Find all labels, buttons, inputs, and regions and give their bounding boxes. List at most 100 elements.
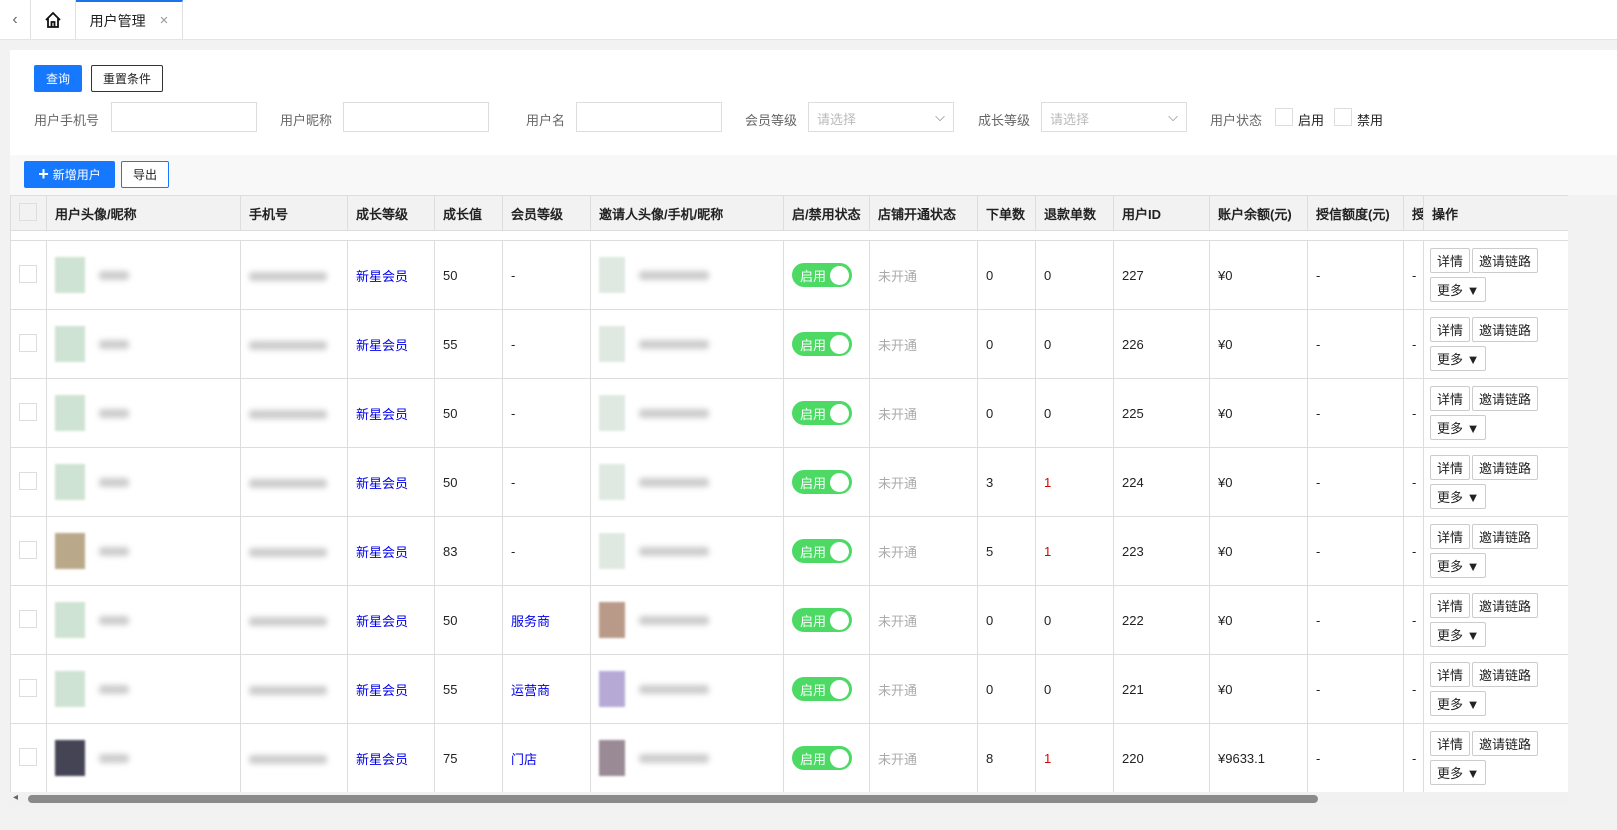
invite-chain-button[interactable]: 邀请链路 (1472, 248, 1539, 273)
invite-chain-button[interactable]: 邀请链路 (1472, 386, 1539, 411)
detail-button[interactable]: 详情 (1430, 731, 1471, 756)
invite-chain-button[interactable]: 邀请链路 (1472, 662, 1539, 687)
search-button[interactable]: 查询 (34, 65, 82, 92)
growth-level-link[interactable]: 新星会员 (347, 516, 435, 586)
row-checkbox[interactable] (19, 333, 37, 352)
phone-cell (240, 240, 348, 310)
inviter-avatar (599, 533, 625, 569)
row-select[interactable] (10, 654, 47, 724)
status-toggle[interactable]: 启用 (792, 608, 852, 632)
row-checkbox[interactable] (19, 678, 37, 697)
row-select[interactable] (10, 723, 47, 792)
row-select[interactable] (10, 378, 47, 448)
enabled-checkbox[interactable] (1275, 108, 1293, 126)
home-icon[interactable] (31, 0, 76, 39)
balance: ¥0 (1209, 378, 1308, 448)
invite-chain-button[interactable]: 邀请链路 (1472, 317, 1539, 342)
status-toggle[interactable]: 启用 (792, 746, 852, 770)
more-dropdown[interactable]: 更多 ▼ (1430, 415, 1487, 440)
detail-button[interactable]: 详情 (1430, 524, 1471, 549)
shop-status: 未开通 (869, 309, 978, 379)
add-user-button[interactable]: + 新增用户 (24, 161, 115, 188)
growth-level-link[interactable]: 新星会员 (347, 378, 435, 448)
status-toggle[interactable]: 启用 (792, 401, 852, 425)
growth-level-link[interactable]: 新星会员 (347, 723, 435, 792)
row-checkbox[interactable] (19, 609, 37, 628)
row-select[interactable] (10, 309, 47, 379)
chevron-down-icon: ⌵ (1168, 109, 1178, 124)
growth-level-select[interactable]: 请选择 ⌵ (1041, 102, 1187, 132)
growth-level-link[interactable]: 新星会员 (347, 309, 435, 379)
phone-input[interactable] (111, 102, 257, 132)
member-level-select[interactable]: 请选择 ⌵ (808, 102, 954, 132)
invite-chain-button[interactable]: 邀请链路 (1472, 731, 1539, 756)
toggle-knob (830, 610, 849, 630)
status-toggle[interactable]: 启用 (792, 470, 852, 494)
toggle-label: 启用 (800, 406, 827, 422)
invite-chain-button[interactable]: 邀请链路 (1472, 524, 1539, 549)
username-input[interactable] (576, 102, 722, 132)
export-button[interactable]: 导出 (121, 161, 169, 188)
more-dropdown[interactable]: 更多 ▼ (1430, 277, 1487, 302)
detail-button[interactable]: 详情 (1430, 593, 1471, 618)
scroll-left-icon[interactable]: ◂ (13, 792, 18, 803)
growth-level-link[interactable]: 新星会员 (347, 447, 435, 517)
refund-count: 1 (1035, 516, 1114, 586)
invite-chain-button[interactable]: 邀请链路 (1472, 593, 1539, 618)
status-toggle[interactable]: 启用 (792, 677, 852, 701)
member-level[interactable]: 运营商 (502, 654, 591, 724)
detail-button[interactable]: 详情 (1430, 386, 1471, 411)
growth-level-link[interactable]: 新星会员 (347, 654, 435, 724)
phone-blurred (249, 616, 327, 626)
status-cell: 启用 (783, 240, 870, 310)
user-id: 220 (1113, 723, 1210, 792)
member-level[interactable]: 门店 (502, 723, 591, 792)
status-toggle[interactable]: 启用 (792, 263, 852, 287)
reset-button[interactable]: 重置条件 (91, 65, 163, 92)
row-checkbox[interactable] (19, 264, 37, 283)
scrollbar-thumb[interactable] (28, 795, 1318, 803)
select-all[interactable] (10, 195, 47, 231)
more-dropdown[interactable]: 更多 ▼ (1430, 553, 1487, 578)
table-row: 新星会员 50 - 启用 未开通 0 0 227 ¥0 - - 详情 邀请链路 更多… (10, 240, 1568, 310)
detail-button[interactable]: 详情 (1430, 317, 1471, 342)
growth-level-link[interactable]: 新星会员 (347, 240, 435, 310)
more-dropdown[interactable]: 更多 ▼ (1430, 691, 1487, 716)
growth-level-link[interactable]: 新星会员 (347, 585, 435, 655)
row-select[interactable] (10, 516, 47, 586)
more-dropdown[interactable]: 更多 ▼ (1430, 346, 1487, 371)
extra-column: - (1403, 654, 1424, 724)
tab-user-management[interactable]: 用户管理 × (76, 0, 183, 39)
row-checkbox[interactable] (19, 540, 37, 559)
detail-button[interactable]: 详情 (1430, 455, 1471, 480)
invite-chain-button[interactable]: 邀请链路 (1472, 455, 1539, 480)
nickname-input[interactable] (343, 102, 489, 132)
chevron-left-icon[interactable]: ‹ (0, 0, 31, 39)
row-select[interactable] (10, 447, 47, 517)
row-checkbox[interactable] (19, 471, 37, 490)
extra-column: - (1403, 516, 1424, 586)
refund-count: 0 (1035, 309, 1114, 379)
more-dropdown[interactable]: 更多 ▼ (1430, 484, 1487, 509)
inviter-cell (590, 723, 784, 792)
close-icon[interactable]: × (160, 12, 169, 29)
detail-button[interactable]: 详情 (1430, 248, 1471, 273)
growth-value: 50 (434, 240, 503, 310)
more-dropdown[interactable]: 更多 ▼ (1430, 760, 1487, 785)
disabled-checkbox[interactable] (1334, 108, 1352, 126)
phone-blurred (249, 547, 327, 557)
detail-button[interactable]: 详情 (1430, 662, 1471, 687)
row-select[interactable] (10, 585, 47, 655)
status-toggle[interactable]: 启用 (792, 332, 852, 356)
more-dropdown[interactable]: 更多 ▼ (1430, 622, 1487, 647)
row-checkbox[interactable] (19, 402, 37, 421)
row-select[interactable] (10, 240, 47, 310)
row-checkbox[interactable] (19, 747, 37, 766)
select-all-checkbox[interactable] (19, 202, 37, 221)
horizontal-scrollbar[interactable]: ◂ (10, 792, 1568, 806)
member-level[interactable]: 服务商 (502, 585, 591, 655)
credit: - (1307, 516, 1404, 586)
status-toggle[interactable]: 启用 (792, 539, 852, 563)
growth-value: 83 (434, 516, 503, 586)
balance: ¥0 (1209, 585, 1308, 655)
